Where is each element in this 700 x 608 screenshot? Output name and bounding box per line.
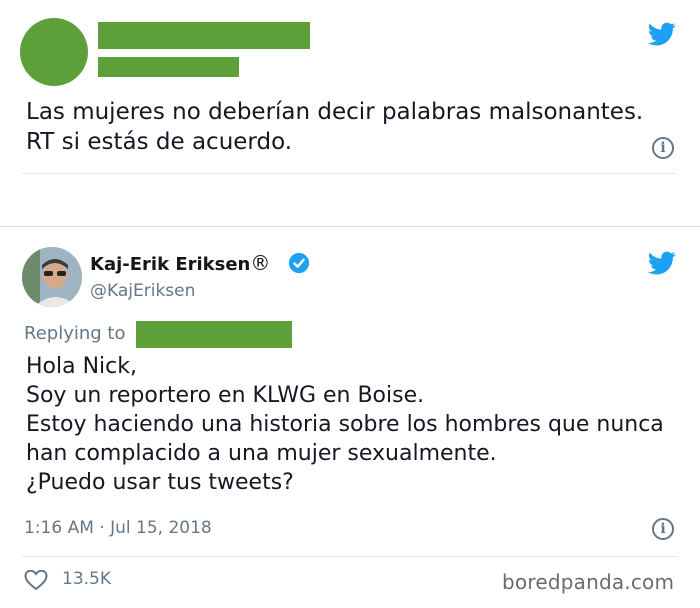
display-name[interactable]: Kaj-Erik Eriksen® xyxy=(90,251,270,275)
verified-badge-icon xyxy=(288,252,310,274)
avatar[interactable] xyxy=(22,247,82,307)
twitter-bird-icon[interactable] xyxy=(645,20,679,48)
replying-to-label: Replying to xyxy=(24,323,126,344)
display-name-text: Kaj-Erik Eriksen xyxy=(90,254,251,275)
avatar-photo-icon xyxy=(22,247,82,307)
redacted-avatar[interactable] xyxy=(20,18,88,86)
tweet-card-1: Las mujeres no deberían decir palabras m… xyxy=(0,0,700,226)
divider xyxy=(22,173,676,174)
redacted-reply-handle[interactable] xyxy=(136,321,292,348)
twitter-bird-icon[interactable] xyxy=(645,249,679,277)
timestamp[interactable]: 1:16 AM · Jul 15, 2018 xyxy=(24,518,212,538)
handle[interactable]: @KajEriksen xyxy=(90,281,195,301)
info-icon[interactable]: i xyxy=(652,518,674,540)
redacted-handle[interactable] xyxy=(98,57,239,77)
divider xyxy=(22,556,676,557)
info-icon[interactable]: i xyxy=(652,137,674,159)
tweet-separator xyxy=(0,226,700,227)
heart-icon[interactable] xyxy=(24,569,48,591)
tweet-text: Hola Nick, Soy un reportero en KLWG en B… xyxy=(26,354,664,495)
watermark: boredpanda.com xyxy=(502,570,675,594)
tweet-text: Las mujeres no deberían decir palabras m… xyxy=(26,99,644,155)
redacted-display-name[interactable] xyxy=(98,22,310,49)
like-count: 13.5K xyxy=(62,569,111,589)
registered-mark: ® xyxy=(250,251,271,275)
